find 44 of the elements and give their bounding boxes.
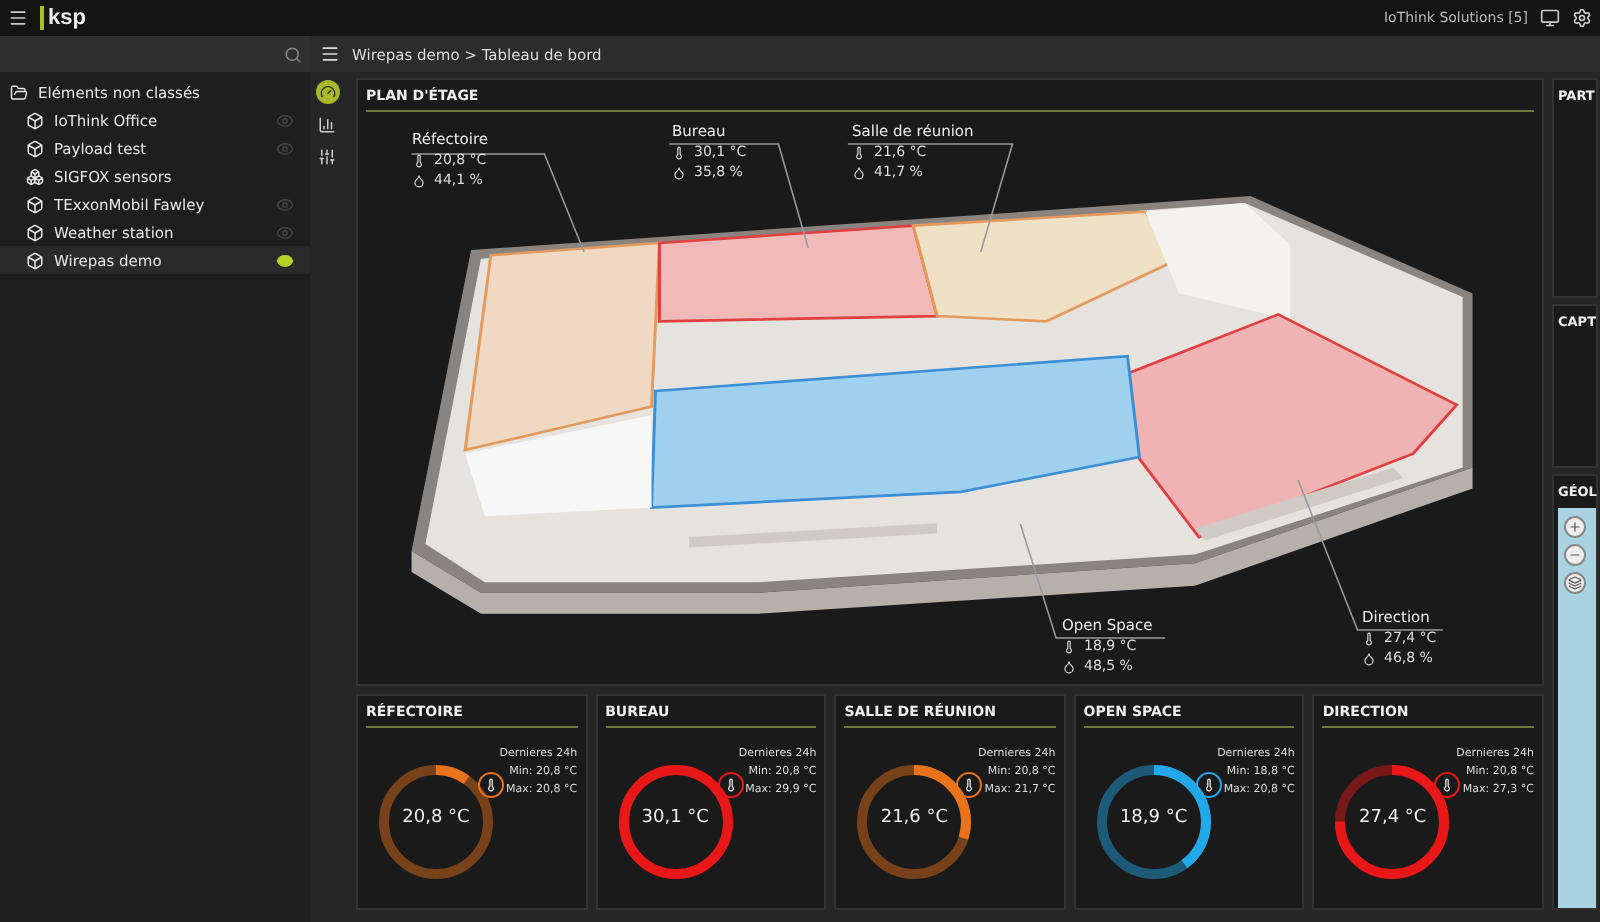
drop-icon bbox=[672, 165, 686, 179]
layers-icon bbox=[1568, 576, 1582, 590]
zoom-out-button[interactable] bbox=[1564, 544, 1586, 566]
search-icon[interactable] bbox=[284, 45, 302, 63]
bar-chart-icon[interactable] bbox=[315, 112, 339, 136]
minus-icon bbox=[1568, 548, 1582, 562]
sliders-icon[interactable] bbox=[315, 144, 339, 168]
gauge-value: 21,6 °C bbox=[878, 808, 951, 828]
drop-icon bbox=[1362, 651, 1376, 665]
thermometer-icon bbox=[1195, 772, 1222, 798]
leader-line bbox=[668, 143, 809, 249]
plus-icon bbox=[1568, 520, 1582, 534]
drop-icon bbox=[412, 173, 426, 187]
thermometer-icon bbox=[1062, 639, 1076, 653]
gauge-value: 27,4 °C bbox=[1357, 808, 1429, 828]
cube-icon bbox=[26, 195, 44, 213]
cube-icon bbox=[26, 223, 44, 241]
gauge-value: 20,8 °C bbox=[400, 808, 472, 828]
cube-icon bbox=[26, 139, 44, 157]
gauge-icon[interactable] bbox=[315, 80, 339, 104]
menu-icon[interactable] bbox=[320, 44, 340, 64]
cube-icon bbox=[26, 251, 44, 269]
logo: ksp bbox=[40, 6, 86, 30]
thermometer-icon bbox=[1434, 772, 1461, 798]
thermometer-icon bbox=[412, 153, 426, 167]
gauge-value: 18,9 °C bbox=[1117, 808, 1190, 828]
settings-icon[interactable] bbox=[1572, 8, 1592, 28]
search-field[interactable] bbox=[0, 36, 310, 72]
drop-icon bbox=[852, 165, 866, 179]
folder-icon bbox=[10, 83, 28, 101]
thermometer-icon bbox=[956, 772, 983, 798]
monitor-icon[interactable] bbox=[1540, 8, 1560, 28]
thermometer-icon bbox=[717, 772, 744, 798]
gauge-value: 30,1 °C bbox=[639, 808, 711, 828]
cube-icon bbox=[26, 111, 44, 129]
thermometer-icon bbox=[478, 772, 504, 798]
thermometer-icon bbox=[1362, 631, 1376, 645]
thermometer-icon bbox=[852, 145, 866, 159]
cubes-icon bbox=[26, 167, 44, 185]
layers-button[interactable] bbox=[1564, 572, 1586, 594]
drop-icon bbox=[1062, 659, 1076, 673]
zoom-in-button[interactable] bbox=[1564, 516, 1586, 538]
menu-icon[interactable] bbox=[8, 8, 28, 28]
thermometer-icon bbox=[672, 145, 686, 159]
